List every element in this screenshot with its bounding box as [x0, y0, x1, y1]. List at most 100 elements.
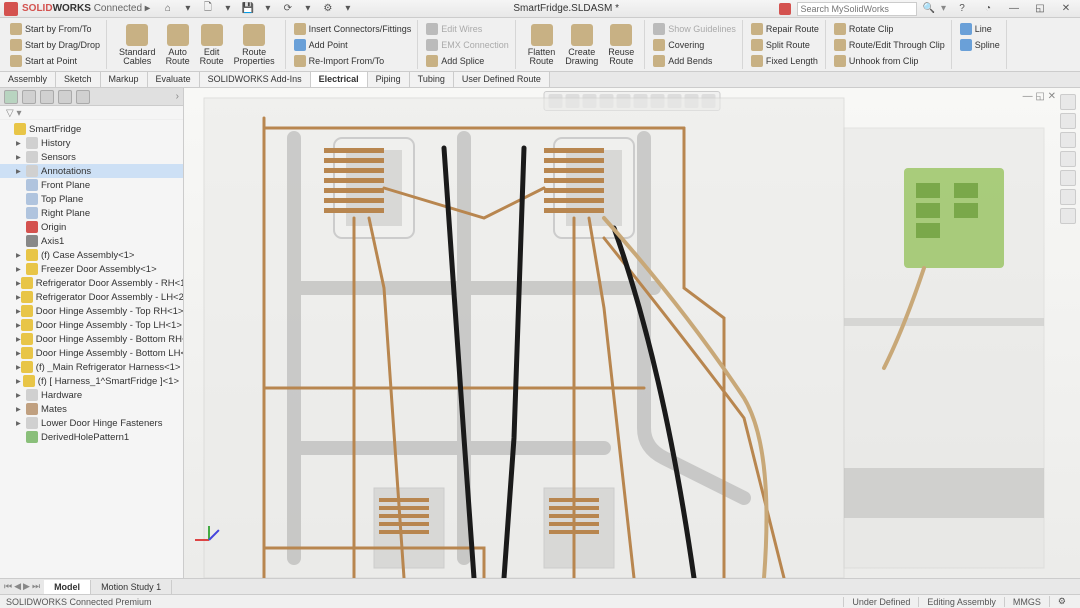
subtab-piping[interactable]: Piping — [368, 72, 410, 87]
recent-icon[interactable]: ▾ — [182, 3, 194, 15]
tree-node[interactable]: ▸Door Hinge Assembly - Bottom RH<1> — [0, 332, 183, 346]
tree-node[interactable]: DerivedHolePattern1 — [0, 430, 183, 444]
unhook-clip-button[interactable]: Unhook from Clip — [834, 54, 945, 68]
tree-node[interactable]: ▸Mates — [0, 402, 183, 416]
tree-node[interactable]: ▸Door Hinge Assembly - Bottom LH<1> — [0, 346, 183, 360]
display-manager-tab-icon[interactable] — [76, 90, 90, 104]
tree-node[interactable]: Front Plane — [0, 178, 183, 192]
tree-filter[interactable]: ▽ ▾ — [0, 106, 183, 120]
restore-icon[interactable]: ◱ — [1030, 3, 1050, 14]
tree-node[interactable]: ▸Lower Door Hinge Fasteners — [0, 416, 183, 430]
ribbon-group-clip: Rotate Clip Route/Edit Through Clip Unho… — [828, 20, 952, 69]
ribbon-group-repair: Repair Route Split Route Fixed Length — [745, 20, 826, 69]
add-bends-button[interactable]: Add Bends — [653, 54, 736, 68]
add-splice-button[interactable]: Add Splice — [426, 54, 509, 68]
tree-node[interactable]: ▸Door Hinge Assembly - Top RH<1> — [0, 304, 183, 318]
covering-button[interactable]: Covering — [653, 38, 736, 52]
document-title: SmartFridge.SLDASM * — [354, 3, 779, 14]
tree-node[interactable]: Top Plane — [0, 192, 183, 206]
spline-button[interactable]: Spline — [960, 38, 1000, 52]
tree-node[interactable]: ▸Hardware — [0, 388, 183, 402]
subtab-solidworks-add-ins[interactable]: SOLIDWORKS Add-Ins — [200, 72, 311, 87]
split-route-button[interactable]: Split Route — [751, 38, 819, 52]
close-icon[interactable]: ✕ — [1056, 3, 1076, 14]
tree-node[interactable]: ▸(f) [ Harness_1^SmartFridge ]<1> — [0, 374, 183, 388]
create-drawing-button[interactable]: Create Drawing — [561, 22, 602, 68]
route-through-clip-button[interactable]: Route/Edit Through Clip — [834, 38, 945, 52]
subtab-sketch[interactable]: Sketch — [56, 72, 101, 87]
panel-expand-icon[interactable]: › — [176, 91, 179, 102]
insert-connectors-button[interactable]: Insert Connectors/Fittings — [294, 22, 412, 36]
home-icon[interactable]: ⌂ — [162, 3, 174, 15]
rebuild-icon[interactable]: ⟳ — [282, 3, 294, 15]
minimize-icon[interactable]: — — [1004, 3, 1024, 14]
new-icon[interactable]: 🗋 — [202, 3, 214, 15]
reimport-button[interactable]: Re-Import From/To — [294, 54, 412, 68]
tree-node[interactable]: Right Plane — [0, 206, 183, 220]
bottom-tab-motion-study-1[interactable]: Motion Study 1 — [91, 580, 172, 594]
rotate-clip-button[interactable]: Rotate Clip — [834, 22, 945, 36]
notify-icon[interactable]: ◔ — [978, 3, 998, 14]
bottom-tab-model[interactable]: Model — [44, 580, 91, 594]
standard-cables-button[interactable]: Standard Cables — [115, 22, 160, 68]
property-manager-tab-icon[interactable] — [22, 90, 36, 104]
tree-node[interactable]: ▸Freezer Door Assembly<1> — [0, 262, 183, 276]
tree-node[interactable]: ▸Annotations — [0, 164, 183, 178]
help-icon[interactable]: ? — [952, 3, 972, 14]
status-menu-icon[interactable]: ⚙ — [1049, 596, 1074, 607]
edit-route-button[interactable]: Edit Route — [196, 22, 228, 68]
emx-connection-button[interactable]: EMX Connection — [426, 38, 509, 52]
tree-node[interactable]: Origin — [0, 220, 183, 234]
edit-wires-button[interactable]: Edit Wires — [426, 22, 509, 36]
subtab-evaluate[interactable]: Evaluate — [148, 72, 200, 87]
subtab-tubing[interactable]: Tubing — [410, 72, 454, 87]
flatten-route-button[interactable]: Flatten Route — [524, 22, 560, 68]
search-icon[interactable]: 🔍 — [923, 3, 935, 14]
add-point-button[interactable]: Add Point — [294, 38, 412, 52]
dimxpert-tab-icon[interactable] — [58, 90, 72, 104]
open-icon[interactable]: ▾ — [222, 3, 234, 15]
tree-node[interactable]: ▸Sensors — [0, 150, 183, 164]
print-icon[interactable]: ▾ — [262, 3, 274, 15]
save-icon[interactable]: 💾 — [242, 3, 254, 15]
subtab-markup[interactable]: Markup — [101, 72, 148, 87]
start-from-to-button[interactable]: Start by From/To — [10, 22, 100, 36]
options-icon[interactable]: ▾ — [302, 3, 314, 15]
view-triad[interactable] — [194, 518, 224, 548]
subtab-electrical[interactable]: Electrical — [311, 72, 368, 87]
tree-node[interactable]: Axis1 — [0, 234, 183, 248]
tree-node[interactable]: ▸Refrigerator Door Assembly - LH<2> — [0, 290, 183, 304]
more-icon[interactable]: ▾ — [342, 3, 354, 15]
show-guidelines-button[interactable]: Show Guidelines — [653, 22, 736, 36]
tree-node[interactable]: ▸History — [0, 136, 183, 150]
tab-last-icon[interactable]: ⏭ — [32, 581, 40, 592]
tree-node[interactable]: SmartFridge — [0, 122, 183, 136]
route-properties-button[interactable]: Route Properties — [230, 22, 279, 68]
ribbon-group-wires: Edit Wires EMX Connection Add Splice — [420, 20, 516, 69]
configuration-tab-icon[interactable] — [40, 90, 54, 104]
subtab-assembly[interactable]: Assembly — [0, 72, 56, 87]
tree-node[interactable]: ▸(f) Case Assembly<1> — [0, 248, 183, 262]
tab-next-icon[interactable]: ▶ — [23, 581, 30, 592]
ribbon-group-start: Start by From/To Start by Drag/Drop Star… — [4, 20, 107, 69]
reuse-route-button[interactable]: Reuse Route — [604, 22, 638, 68]
start-drag-drop-button[interactable]: Start by Drag/Drop — [10, 38, 100, 52]
search-input[interactable] — [797, 2, 917, 16]
auto-route-button[interactable]: Auto Route — [162, 22, 194, 68]
line-button[interactable]: Line — [960, 22, 1000, 36]
tab-first-icon[interactable]: ⏮ — [4, 581, 12, 592]
feature-tree-tab-icon[interactable] — [4, 90, 18, 104]
tree-node[interactable]: ▸Refrigerator Door Assembly - RH<1> — [0, 276, 183, 290]
tree-node[interactable]: ▸Door Hinge Assembly - Top LH<1> — [0, 318, 183, 332]
settings-icon[interactable]: ⚙ — [322, 3, 334, 15]
panel-tabs: › — [0, 88, 183, 106]
subtab-user-defined-route[interactable]: User Defined Route — [454, 72, 550, 87]
fixed-length-button[interactable]: Fixed Length — [751, 54, 819, 68]
status-units[interactable]: MMGS — [1004, 597, 1049, 607]
tree-node[interactable]: ▸(f) _Main Refrigerator Harness<1> — [0, 360, 183, 374]
tab-prev-icon[interactable]: ◀ — [14, 581, 21, 592]
start-at-point-button[interactable]: Start at Point — [10, 54, 100, 68]
feature-manager-panel: › ▽ ▾ SmartFridge▸History▸Sensors▸Annota… — [0, 88, 184, 578]
graphics-viewport[interactable]: — ◱ ✕ — [184, 88, 1080, 578]
repair-route-button[interactable]: Repair Route — [751, 22, 819, 36]
